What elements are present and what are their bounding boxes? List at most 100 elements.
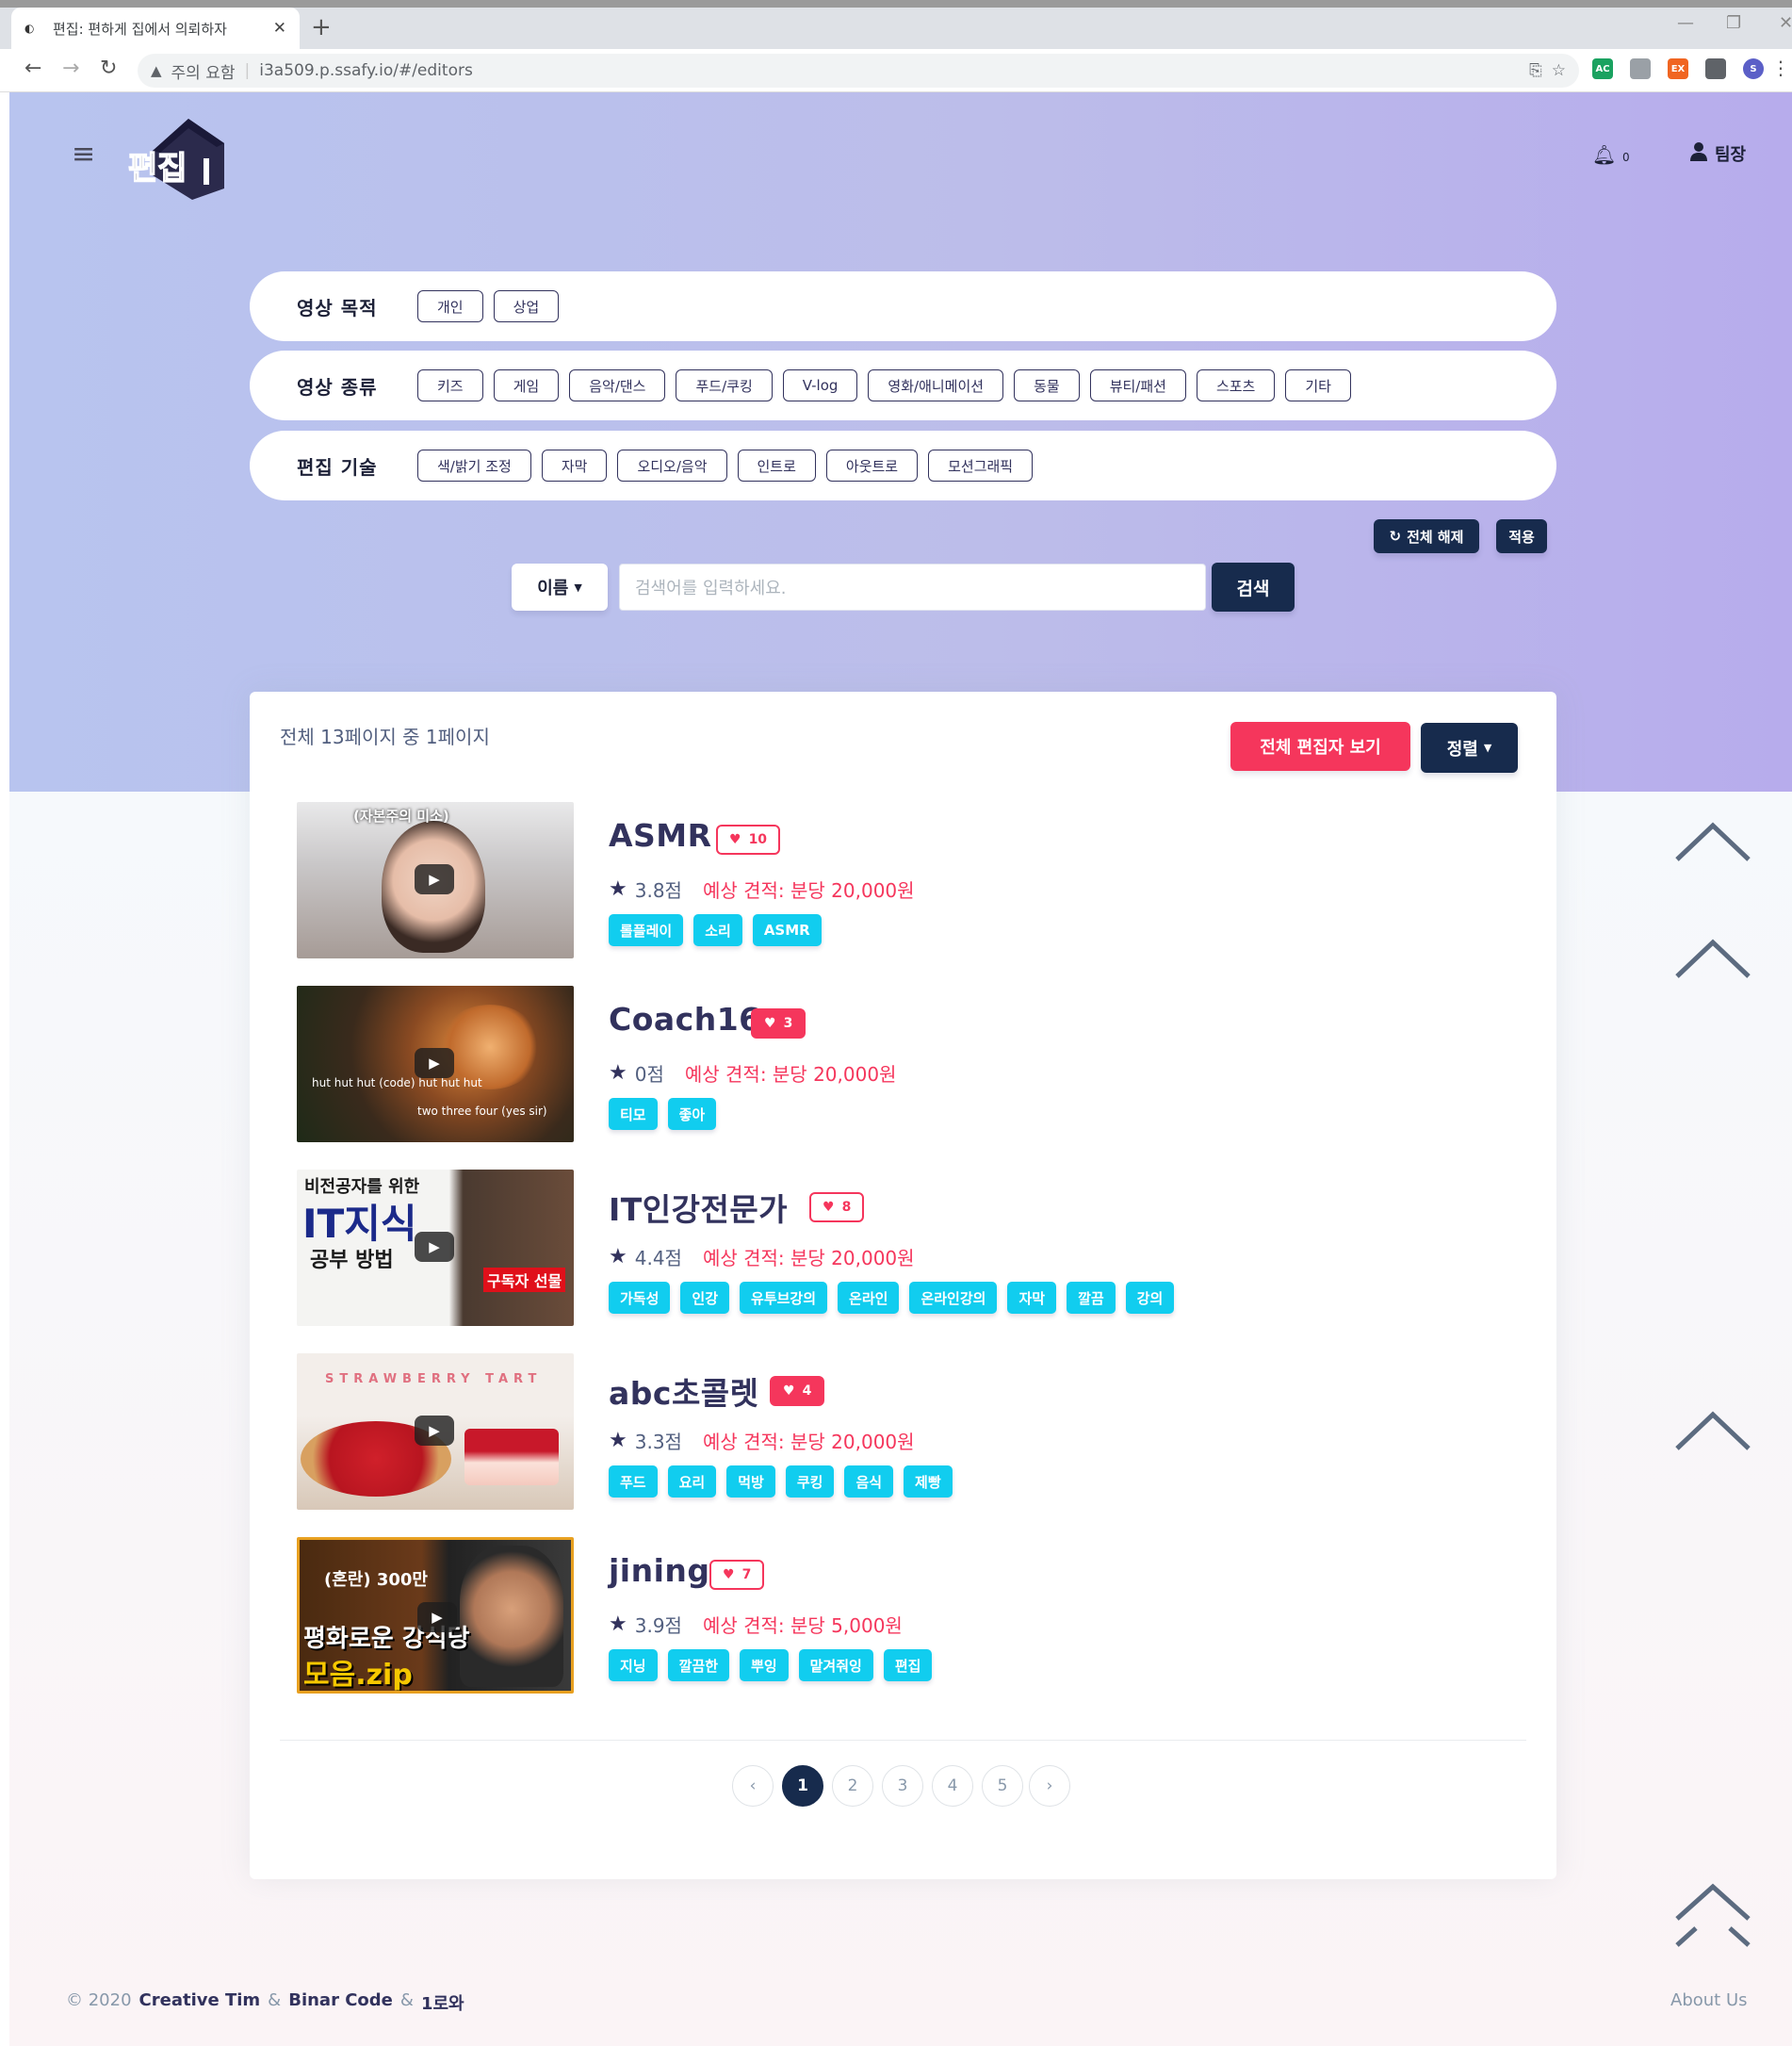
likes-badge[interactable]: ♥ 3 [751, 1008, 806, 1039]
filter-chip[interactable]: 스포츠 [1196, 369, 1276, 401]
editor-name[interactable]: abc초콜렛 [609, 1368, 759, 1414]
filter-chip[interactable]: 인트로 [737, 450, 816, 482]
tab-close-icon[interactable]: ✕ [273, 19, 286, 38]
view-all-editors-button[interactable]: 전체 편집자 보기 [1230, 722, 1410, 771]
filter-chip[interactable]: 음악/댄스 [569, 369, 666, 401]
sort-dropdown[interactable]: 정렬 ▼ [1421, 723, 1518, 773]
filter-chip[interactable]: 기타 [1285, 369, 1351, 401]
footer-about-link[interactable]: About Us [1670, 1990, 1748, 2010]
tag-badge[interactable]: 맡겨줘잉 [798, 1649, 873, 1681]
window-close-icon[interactable]: ✕ [1779, 13, 1792, 33]
tag-badge[interactable]: 온라인 [838, 1282, 900, 1314]
pagination-page[interactable]: 3 [882, 1765, 923, 1807]
pagination-page[interactable]: 5 [982, 1765, 1023, 1807]
tag-badge[interactable]: 유투브강의 [740, 1282, 828, 1314]
tag-badge[interactable]: 제빵 [904, 1465, 953, 1498]
search-button[interactable]: 검색 [1212, 563, 1295, 612]
pagination-page[interactable]: 4 [932, 1765, 973, 1807]
tag-badge[interactable]: 뿌잉 [740, 1649, 789, 1681]
site-logo[interactable]: 편집 [124, 115, 228, 200]
tag-badge[interactable]: 소리 [693, 914, 742, 946]
search-type-dropdown[interactable]: 이름 ▼ [512, 564, 608, 611]
filter-chip[interactable]: 모션그래픽 [928, 450, 1034, 482]
extension-icon[interactable]: EX [1668, 58, 1688, 79]
pagination-prev[interactable]: ‹ [732, 1765, 774, 1807]
scroll-up-icon[interactable] [1673, 1881, 1752, 1949]
play-icon[interactable]: ▶ [417, 1602, 457, 1632]
tag-badge[interactable]: 먹방 [726, 1465, 775, 1498]
tag-badge[interactable]: 요리 [667, 1465, 717, 1498]
editor-item[interactable]: 비전공자를 위한 IT지식 공부 방법 구독자 선물 ▶ IT인강전문가 ♥ 8 … [297, 1170, 1427, 1326]
new-tab-button[interactable]: + [311, 13, 332, 41]
filter-chip[interactable]: 개인 [417, 290, 483, 322]
scroll-up-icon[interactable] [1673, 820, 1752, 863]
extension-icon[interactable]: S [1743, 58, 1764, 79]
filter-chip[interactable]: 동물 [1014, 369, 1080, 401]
play-icon[interactable]: ▶ [415, 1048, 454, 1078]
reset-filters-button[interactable]: ↻ 전체 해제 [1374, 519, 1479, 553]
extension-icon[interactable]: AC [1592, 58, 1613, 79]
tag-badge[interactable]: 롤플레이 [609, 914, 684, 946]
hamburger-icon[interactable]: ≡ [72, 140, 95, 169]
tag-badge[interactable]: 티모 [609, 1098, 658, 1130]
play-icon[interactable]: ▶ [415, 1416, 454, 1446]
filter-chip[interactable]: 영화/애니메이션 [868, 369, 1004, 401]
bell-icon[interactable]: 🔔︎ [1592, 143, 1616, 166]
tag-badge[interactable]: 강의 [1125, 1282, 1175, 1314]
tag-badge[interactable]: 지닝 [609, 1649, 658, 1681]
footer-link-creative-tim[interactable]: Creative Tim [139, 1990, 261, 2015]
filter-chip[interactable]: 오디오/음악 [617, 450, 727, 482]
editor-item[interactable]: STRAWBERRY TART ▶ abc초콜렛 ♥ 4 ★ 3.3점 예상 견적… [297, 1353, 1427, 1510]
forward-icon[interactable]: → [62, 57, 79, 80]
browser-menu-icon[interactable]: ⋮ [1771, 57, 1790, 79]
editor-item[interactable]: hut hut hut (code) hut hut hut two three… [297, 986, 1427, 1142]
filter-chip[interactable]: 상업 [493, 290, 560, 322]
likes-badge[interactable]: ♥ 8 [809, 1192, 865, 1222]
video-thumbnail[interactable]: 비전공자를 위한 IT지식 공부 방법 구독자 선물 ▶ [297, 1170, 574, 1326]
translate-icon[interactable]: ⎘ [1529, 61, 1542, 80]
footer-link-binar-code[interactable]: Binar Code [288, 1990, 393, 2015]
editor-name[interactable]: Coach16 [609, 1001, 761, 1038]
tag-badge[interactable]: 가독성 [609, 1282, 671, 1314]
scroll-up-icon[interactable] [1673, 1409, 1752, 1452]
likes-badge[interactable]: ♥ 10 [716, 825, 781, 855]
video-thumbnail[interactable]: (혼란) 300만 평화로운 강식당 모음.zip ▶ [297, 1537, 574, 1694]
user-menu[interactable]: 팀장 [1690, 141, 1746, 166]
minimize-icon[interactable]: — [1677, 13, 1694, 33]
video-thumbnail[interactable]: hut hut hut (code) hut hut hut two three… [297, 986, 574, 1142]
bookmark-star-icon[interactable]: ☆ [1552, 61, 1566, 80]
editor-item[interactable]: (자본주의 미소) ▶ ASMR ♥ 10 ★ 3.8점 예상 견적: 분당 20… [297, 802, 1427, 958]
extension-icon[interactable] [1705, 58, 1726, 79]
filter-chip[interactable]: 푸드/쿠킹 [676, 369, 773, 401]
filter-chip[interactable]: 아웃트로 [825, 450, 919, 482]
editor-name[interactable]: ASMR [609, 817, 712, 854]
pagination-page[interactable]: 1 [782, 1765, 823, 1807]
tag-badge[interactable]: 쿠킹 [785, 1465, 835, 1498]
pagination-page[interactable]: 2 [832, 1765, 873, 1807]
browser-tab[interactable]: ◐ 편집: 편하게 집에서 의뢰하자 ✕ [11, 8, 300, 49]
editor-name[interactable]: IT인강전문가 [609, 1185, 788, 1230]
restore-icon[interactable]: ❐ [1726, 13, 1741, 33]
tag-badge[interactable]: 깔끔한 [667, 1649, 730, 1681]
search-input[interactable]: 검색어를 입력하세요. [619, 564, 1206, 611]
tag-badge[interactable]: 인강 [680, 1282, 730, 1314]
footer-link-team[interactable]: 1로와 [421, 1990, 464, 2015]
play-icon[interactable]: ▶ [415, 1232, 454, 1262]
filter-chip[interactable]: 자막 [541, 450, 608, 482]
omnibox[interactable]: ▲ 주의 요함 | i3a509.p.ssafy.io/#/editors ⎘ … [138, 54, 1579, 88]
play-icon[interactable]: ▶ [415, 864, 454, 894]
apply-filters-button[interactable]: 적용 [1496, 519, 1547, 553]
tag-badge[interactable]: 편집 [883, 1649, 933, 1681]
extension-icon[interactable] [1630, 58, 1651, 79]
tag-badge[interactable]: 온라인강의 [909, 1282, 998, 1314]
tag-badge[interactable]: 좋아 [667, 1098, 717, 1130]
video-thumbnail[interactable]: STRAWBERRY TART ▶ [297, 1353, 574, 1510]
likes-badge[interactable]: ♥ 4 [770, 1376, 825, 1406]
filter-chip[interactable]: 뷰티/패션 [1089, 369, 1186, 401]
pagination-next[interactable]: › [1029, 1765, 1070, 1807]
tag-badge[interactable]: 자막 [1007, 1282, 1057, 1314]
tag-badge[interactable]: 푸드 [609, 1465, 658, 1498]
likes-badge[interactable]: ♥ 7 [709, 1560, 765, 1590]
filter-chip[interactable]: 색/밝기 조정 [417, 450, 531, 482]
back-icon[interactable]: ← [24, 57, 41, 80]
